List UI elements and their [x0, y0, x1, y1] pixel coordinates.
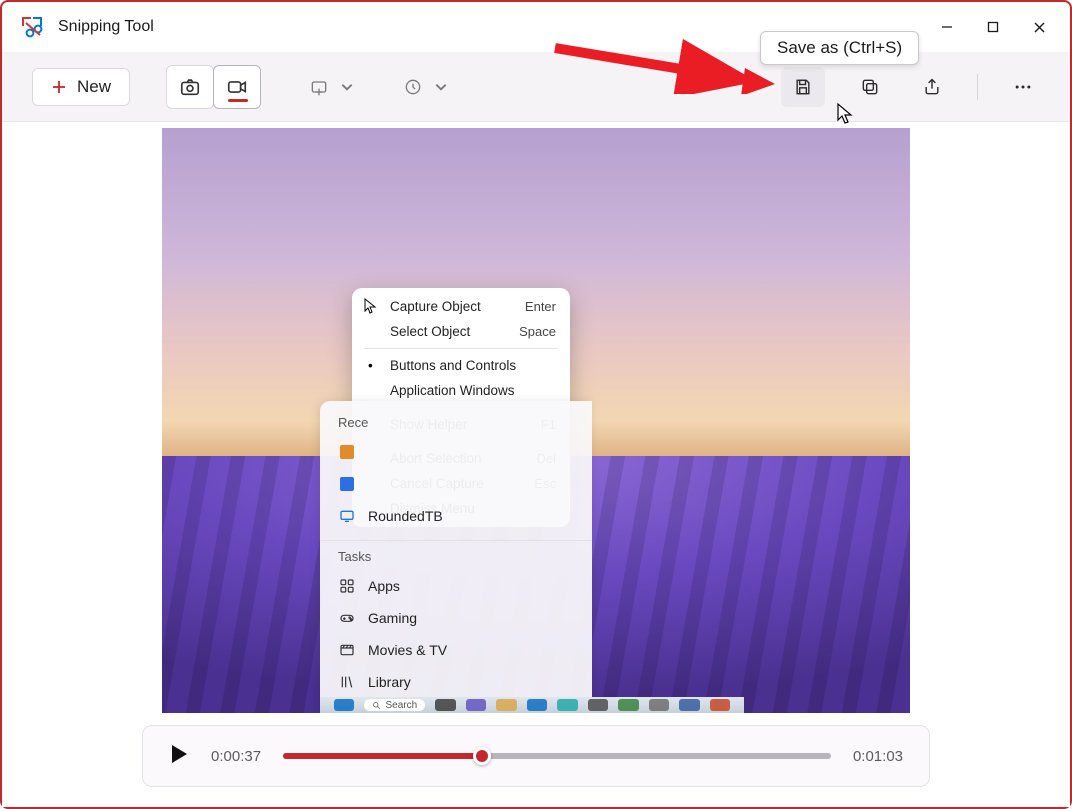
- cursor-icon: [364, 298, 378, 314]
- taskbar-app-icon[interactable]: [557, 699, 577, 711]
- recent-item[interactable]: [320, 468, 592, 500]
- save-icon: [793, 77, 813, 97]
- current-time: 0:00:37: [211, 748, 261, 765]
- start-recommended-panel: Rece RoundedTB Tasks Apps Gaming Movies …: [320, 401, 592, 713]
- content-area: Capture ObjectEnter Select ObjectSpace B…: [2, 122, 1070, 807]
- total-time: 0:01:03: [853, 748, 903, 765]
- app-title: Snipping Tool: [58, 18, 154, 36]
- share-button[interactable]: [915, 70, 949, 104]
- library-icon: [338, 673, 356, 691]
- seek-track[interactable]: [283, 753, 831, 759]
- recent-header: Rece: [320, 415, 592, 436]
- taskbar-app-icon[interactable]: [679, 699, 699, 711]
- task-gaming[interactable]: Gaming: [320, 602, 592, 634]
- play-button[interactable]: [169, 743, 189, 770]
- seek-fill: [283, 753, 482, 759]
- film-icon: [338, 641, 356, 659]
- delay-dropdown[interactable]: [396, 70, 448, 104]
- ctx-select-object[interactable]: Select ObjectSpace: [352, 319, 570, 344]
- taskbar-app-icon[interactable]: [588, 699, 608, 711]
- ctx-application-windows[interactable]: Application Windows: [352, 378, 570, 403]
- chevron-down-icon: [434, 80, 448, 94]
- photo-mode-button[interactable]: [166, 65, 214, 109]
- recording-preview: Capture ObjectEnter Select ObjectSpace B…: [162, 128, 910, 713]
- selected-mode-indicator: [228, 99, 248, 102]
- taskbar-app-icon[interactable]: [435, 699, 455, 711]
- new-button-label: New: [77, 77, 111, 97]
- clock-icon: [396, 70, 430, 104]
- apps-icon: [338, 577, 356, 595]
- playback-bar: 0:00:37 0:01:03: [142, 725, 930, 787]
- separator: [977, 74, 978, 100]
- taskbar-app-icon[interactable]: [649, 699, 669, 711]
- task-movies-tv[interactable]: Movies & TV: [320, 634, 592, 666]
- snip-shape-dropdown[interactable]: [302, 70, 354, 104]
- chevron-down-icon: [340, 80, 354, 94]
- taskbar-app-icon[interactable]: [527, 699, 547, 711]
- taskbar-app-icon[interactable]: [618, 699, 638, 711]
- more-button[interactable]: [1006, 70, 1040, 104]
- app-icon: [338, 443, 356, 461]
- ellipsis-icon: [1013, 77, 1033, 97]
- monitor-icon: [338, 507, 356, 525]
- ctx-buttons-controls[interactable]: Buttons and Controls: [352, 353, 570, 378]
- taskbar: Search: [320, 697, 744, 713]
- minimize-button[interactable]: [924, 7, 970, 47]
- taskbar-app-icon[interactable]: [496, 699, 516, 711]
- snipping-tool-app-icon: [20, 15, 44, 39]
- controller-icon: [338, 609, 356, 627]
- recent-item[interactable]: [320, 436, 592, 468]
- save-button[interactable]: [781, 67, 825, 107]
- taskbar-app-icon[interactable]: [466, 699, 486, 711]
- start-icon[interactable]: [334, 699, 354, 711]
- close-button[interactable]: [1016, 7, 1062, 47]
- save-as-tooltip: Save as (Ctrl+S): [760, 31, 919, 65]
- video-mode-button[interactable]: [213, 65, 261, 109]
- taskbar-app-icon[interactable]: [710, 699, 730, 711]
- task-apps[interactable]: Apps: [320, 570, 592, 602]
- seek-knob[interactable]: [473, 747, 491, 765]
- new-button[interactable]: New: [32, 68, 130, 106]
- taskbar-search[interactable]: Search: [364, 699, 425, 711]
- copy-button[interactable]: [853, 70, 887, 104]
- ctx-capture-object[interactable]: Capture ObjectEnter: [352, 294, 570, 319]
- app-window: Snipping Tool New: [0, 0, 1072, 809]
- recent-item-roundedtb[interactable]: RoundedTB: [320, 500, 592, 532]
- share-icon: [922, 77, 942, 97]
- app-icon: [338, 475, 356, 493]
- play-icon: [169, 743, 189, 765]
- task-library[interactable]: Library: [320, 666, 592, 698]
- maximize-button[interactable]: [970, 7, 1016, 47]
- tasks-header: Tasks: [320, 549, 592, 570]
- copy-icon: [860, 77, 880, 97]
- rectangle-shape-icon: [302, 70, 336, 104]
